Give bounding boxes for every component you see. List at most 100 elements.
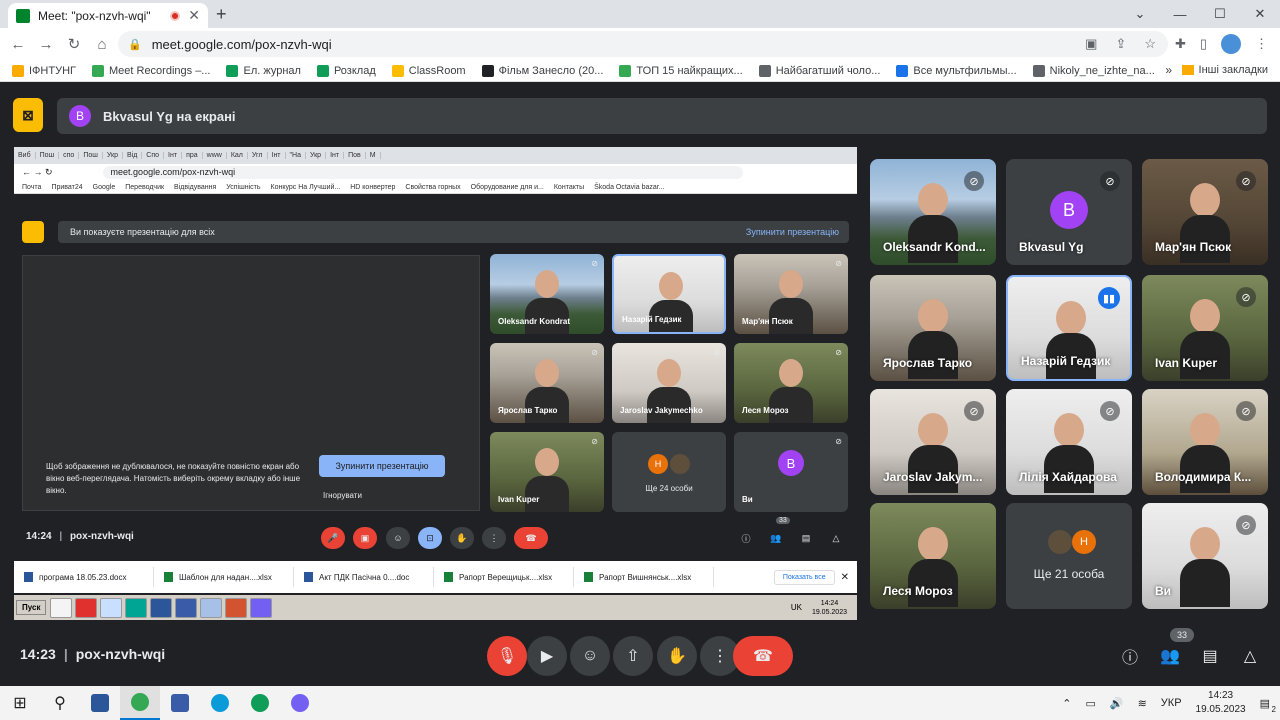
new-tab-button[interactable]: + [216, 4, 227, 25]
lock-icon[interactable]: 🔒 [128, 38, 142, 51]
bookmark-item[interactable]: ТОП 15 найкращих... [619, 64, 743, 77]
reload-button[interactable]: ↻ [60, 35, 88, 53]
activities-button[interactable]: △ [1236, 642, 1264, 670]
extensions-icon[interactable]: ✚ [1175, 36, 1186, 52]
participant-tile[interactable]: ⊘ Ivan Kuper [1142, 275, 1268, 381]
chrome-taskbar-button[interactable] [120, 686, 160, 720]
shared-download-name: Шаблон для надан....xlsx [179, 572, 272, 582]
minimize-button[interactable]: — [1160, 7, 1200, 22]
shared-tab: Інт [268, 152, 286, 159]
clock[interactable]: 14:23 19.05.2023 [1196, 689, 1246, 717]
raise-hand-button[interactable]: ✋ [657, 636, 697, 676]
close-tab-icon[interactable]: ✕ [188, 7, 200, 24]
bookmark-item[interactable]: Все мультфильмы... [896, 64, 1017, 77]
participant-tile[interactable]: Ярослав Тарко [870, 275, 996, 381]
participant-tile[interactable]: ⊘ Jaroslav Jakym... [870, 389, 996, 495]
bookmark-label: ІФНТУНГ [29, 64, 76, 77]
bookmark-item[interactable]: Ел. журнал [226, 64, 301, 77]
other-bookmarks-folder[interactable]: Інші закладки [1181, 64, 1268, 76]
shared-toolbar: ← → ↻ meet.google.com/pox-nzvh-wqi [14, 164, 857, 181]
shared-lang: UK [790, 603, 802, 612]
shared-bookmark: Переводчик [125, 183, 165, 191]
shared-bookmark: Оборудование для и... [470, 183, 544, 191]
camera-button[interactable]: ▶ [527, 636, 567, 676]
participant-tile[interactable]: ⊘ Мар'ян Псюк [1142, 159, 1268, 265]
shared-presenting-banner: Ви показуєте презентацію для всіх Зупини… [58, 221, 849, 243]
chrome-2-taskbar-button[interactable] [240, 686, 280, 720]
shared-mic-off-icon: ⊘ [713, 348, 720, 357]
edge-taskbar-button[interactable] [200, 686, 240, 720]
participant-tile[interactable]: Леся Мороз [870, 503, 996, 609]
leave-call-button[interactable]: ☎ [733, 636, 793, 676]
people-button[interactable]: 👥 [1156, 642, 1184, 670]
participant-count-badge: 33 [1170, 628, 1194, 642]
bookmark-item[interactable]: Найбагатший чоло... [758, 64, 880, 77]
wifi-icon[interactable]: ≋ [1138, 697, 1147, 710]
bookmark-item[interactable]: ІФНТУНГ [12, 64, 76, 77]
shared-participant-name: Ivan Kuper [498, 495, 540, 504]
profile-avatar[interactable] [1221, 34, 1241, 54]
shared-file-icon [24, 572, 33, 582]
back-button[interactable]: ← [4, 36, 32, 53]
mic-off-button[interactable]: 🎙 [487, 636, 527, 676]
bookmark-item[interactable]: Meet Recordings –... [91, 64, 210, 77]
participant-tile[interactable]: ⊘ Лілія Хайдарова [1006, 389, 1132, 495]
participant-name: Ви [1155, 584, 1172, 598]
volume-icon[interactable]: 🔊 [1110, 697, 1124, 710]
presentation-icon[interactable]: ⊠ [13, 98, 43, 132]
tray-chevron-icon[interactable]: ⌃ [1062, 697, 1071, 710]
bookmark-icon [1032, 64, 1045, 77]
share-icon[interactable]: ⇪ [1115, 36, 1126, 52]
bookmark-star-icon[interactable]: ☆ [1144, 36, 1156, 52]
word-taskbar-button[interactable] [80, 686, 120, 720]
home-button[interactable]: ⌂ [88, 36, 116, 53]
bookmark-label: ТОП 15 найкращих... [636, 64, 743, 77]
browser-tab-meet[interactable]: Meet: "pox-nzvh-wqi" ✕ [8, 3, 208, 28]
more-bookmarks-button[interactable]: » [1165, 63, 1172, 77]
shared-participant-tile: ⊘ Oleksandr Kondrat [490, 254, 604, 334]
camera-in-use-icon[interactable]: ▣ [1085, 36, 1097, 52]
save-app-taskbar-button[interactable] [160, 686, 200, 720]
chat-button[interactable]: ▤ [1196, 642, 1224, 670]
bookmark-item[interactable]: Nikoly_ne_izhte_na... [1032, 64, 1155, 77]
viber-taskbar-button[interactable] [280, 686, 320, 720]
shared-participant-name: Назарій Гедзик [622, 315, 682, 324]
search-button[interactable]: ⚲ [40, 686, 80, 720]
participant-tile[interactable]: ⊘ Oleksandr Kond... [870, 159, 996, 265]
side-panel-icon[interactable]: ▯ [1200, 36, 1207, 52]
url-text: meet.google.com/pox-nzvh-wqi [151, 36, 332, 52]
maximize-button[interactable]: ☐ [1200, 6, 1240, 22]
notifications-button[interactable]: ▤ 2 [1260, 697, 1276, 714]
shared-bookmark: Google [92, 183, 116, 191]
shared-tab-strip: Виб Пош спо Пош Укр Від Спо Інт пра www Кал Угл Інт "… [14, 147, 857, 164]
participant-tile[interactable]: ▮▮ Назарій Гедзик [1006, 275, 1132, 381]
emoji-reaction-button[interactable]: ☺ [570, 636, 610, 676]
bookmark-item[interactable]: Розклад [316, 64, 376, 77]
participant-name: Мар'ян Псюк [1155, 240, 1232, 254]
network-drive-icon[interactable]: ▭ [1085, 697, 1095, 710]
bookmark-item[interactable]: ClassRoom [391, 64, 466, 77]
participant-tile[interactable]: ⊘ Володимира К... [1142, 389, 1268, 495]
shared-mic-off-icon: ••• [709, 261, 718, 270]
shared-nav-icon: ← → ↻ [22, 167, 53, 177]
shared-bookmark: HD конвертер [350, 183, 396, 191]
tab-search-icon[interactable]: ⌄ [1120, 6, 1160, 22]
participant-tile[interactable]: B ⊘ Bkvasul Yg [1006, 159, 1132, 265]
bookmark-item[interactable]: Фільм Занесло (20... [481, 64, 603, 77]
present-button[interactable]: ⇧ [613, 636, 653, 676]
participant-tile[interactable]: H Ще 21 особа [1006, 503, 1132, 609]
forward-button[interactable]: → [32, 36, 60, 53]
windows-start-button[interactable]: ⊞ [0, 686, 40, 720]
tab-title: Meet: "pox-nzvh-wqi" [38, 8, 151, 23]
meeting-info-button[interactable]: ⓘ [1116, 642, 1144, 670]
menu-icon[interactable]: ⋮ [1255, 36, 1268, 52]
shared-ppt-task-icon [225, 597, 248, 618]
shared-notice-text: Щоб зображення не дублювалося, не показу… [46, 462, 301, 495]
shared-participant-tile: ⊘ Ярослав Тарко [490, 343, 604, 423]
address-bar[interactable]: 🔒 meet.google.com/pox-nzvh-wqi ▣ ⇪ ☆ [118, 31, 1168, 57]
close-window-button[interactable]: ✕ [1240, 6, 1280, 22]
shared-hand-icon: ✋ [450, 527, 474, 549]
participant-video [1046, 301, 1096, 379]
participant-tile[interactable]: ⊘ Ви [1142, 503, 1268, 609]
language-indicator[interactable]: УКР [1161, 697, 1182, 709]
